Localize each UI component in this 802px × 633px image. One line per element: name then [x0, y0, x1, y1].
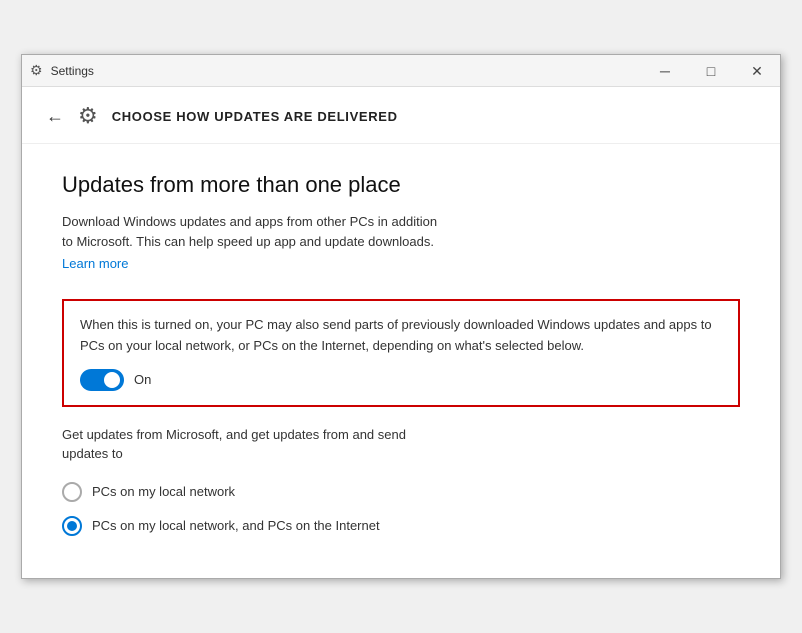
learn-more-link[interactable]: Learn more [62, 256, 128, 271]
toggle-track [80, 369, 124, 391]
updates-info: Get updates from Microsoft, and get upda… [62, 425, 740, 464]
radio-label-internet: PCs on my local network, and PCs on the … [92, 518, 380, 533]
radio-option-internet[interactable]: PCs on my local network, and PCs on the … [62, 516, 740, 536]
window-title: Settings [51, 64, 94, 78]
window-controls: ─ □ ✕ [642, 55, 780, 86]
page-title: CHOOSE HOW UPDATES ARE DELIVERED [112, 109, 398, 124]
section-heading: Updates from more than one place [62, 172, 740, 198]
title-bar-left: ⚙ Settings [30, 62, 94, 79]
toggle-thumb [104, 372, 120, 388]
settings-titlebar-icon: ⚙ [30, 62, 43, 79]
info-box: When this is turned on, your PC may also… [62, 299, 740, 407]
main-content: Updates from more than one place Downloa… [22, 144, 780, 578]
toggle-label: On [134, 372, 151, 387]
radio-option-local[interactable]: PCs on my local network [62, 482, 740, 502]
radio-circle-internet [62, 516, 82, 536]
radio-label-local: PCs on my local network [92, 484, 235, 499]
close-button[interactable]: ✕ [734, 55, 780, 87]
title-bar: ⚙ Settings ─ □ ✕ [22, 55, 780, 87]
gear-icon: ⚙ [78, 103, 98, 129]
warning-text: When this is turned on, your PC may also… [80, 315, 722, 357]
settings-window: ⚙ Settings ─ □ ✕ ← ⚙ CHOOSE HOW UPDATES … [21, 54, 781, 579]
description-text: Download Windows updates and apps from o… [62, 212, 740, 251]
toggle-row: On [80, 369, 722, 391]
back-button[interactable]: ← [46, 106, 64, 127]
toggle-switch[interactable] [80, 369, 124, 391]
maximize-button[interactable]: □ [688, 55, 734, 87]
radio-circle-local [62, 482, 82, 502]
minimize-button[interactable]: ─ [642, 55, 688, 87]
page-header: ← ⚙ CHOOSE HOW UPDATES ARE DELIVERED [22, 87, 780, 144]
